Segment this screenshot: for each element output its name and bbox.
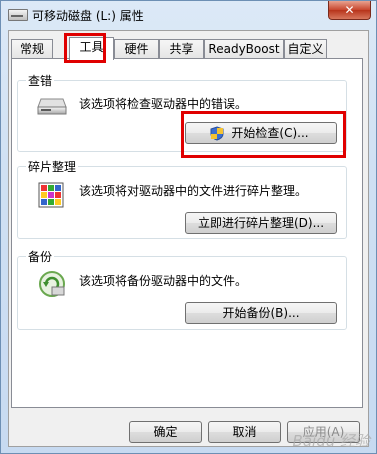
backup-icon [39,271,65,297]
properties-window: 可移动磁盘 (L:) 属性 ✕ 常规 工具 硬件 共享 ReadyBoost 自… [0,0,377,454]
drive-icon [37,98,67,115]
title-bar[interactable]: 可移动磁盘 (L:) 属性 ✕ [1,1,376,31]
tab-hardware[interactable]: 硬件 [114,39,159,59]
start-backup-button[interactable]: 开始备份(B)... [185,302,337,324]
cancel-button[interactable]: 取消 [208,421,281,443]
tools-tab-highlight [64,33,106,63]
window-title: 可移动磁盘 (L:) 属性 [32,9,144,23]
defrag-icon [38,182,64,208]
close-button[interactable]: ✕ [328,1,371,20]
start-check-highlight [181,111,346,158]
tab-general[interactable]: 常规 [11,39,53,59]
removable-drive-icon [8,9,28,21]
defrag-now-button[interactable]: 立即进行碎片整理(D)... [185,212,337,234]
backup-title: 备份 [26,248,55,265]
backup-description: 该选项将备份驱动器中的文件。 [79,274,248,288]
tab-sharing[interactable]: 共享 [159,39,204,59]
defrag-description: 该选项将对驱动器中的文件进行碎片整理。 [79,184,308,198]
tab-customize[interactable]: 自定义 [284,39,327,59]
error-check-description: 该选项将检查驱动器中的错误。 [79,97,248,111]
error-check-title: 查错 [26,72,55,89]
defrag-title: 碎片整理 [26,158,79,175]
watermark: Baidu 经验 [292,432,370,450]
ok-button[interactable]: 确定 [129,421,202,443]
tab-readyboost[interactable]: ReadyBoost [204,39,284,59]
